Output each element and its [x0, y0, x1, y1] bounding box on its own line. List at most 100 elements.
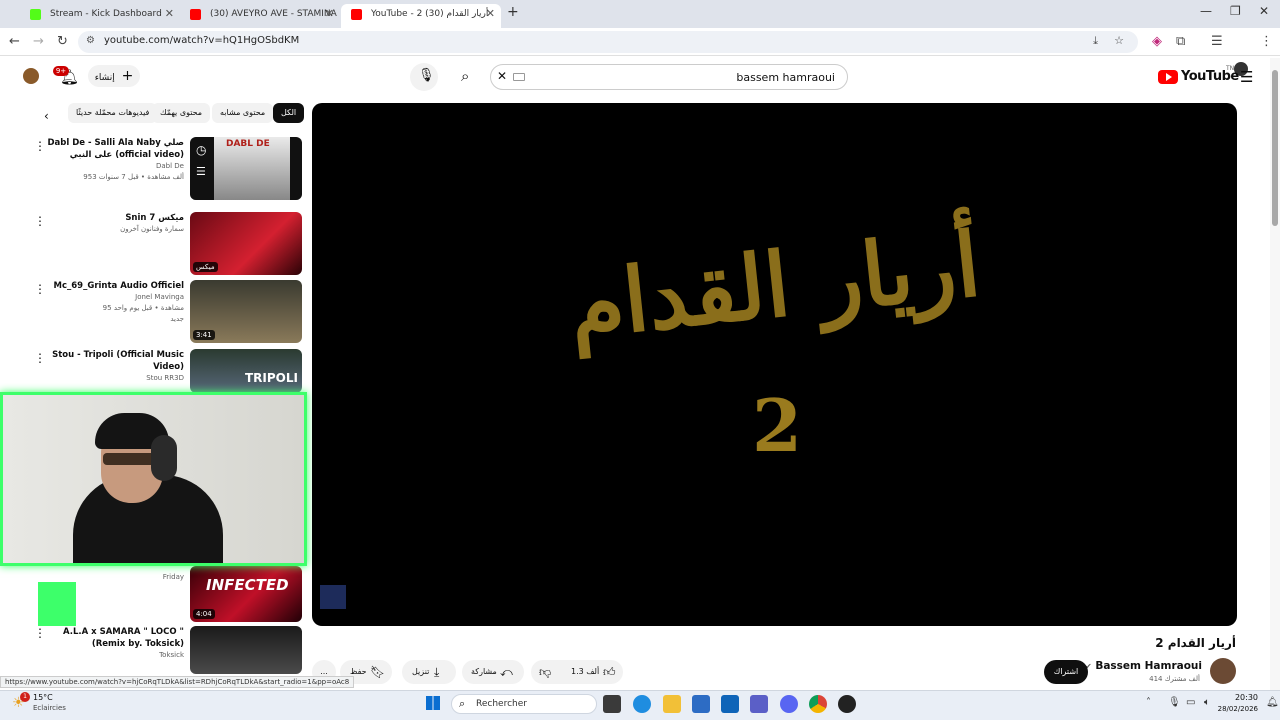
keyboard-icon[interactable] — [513, 73, 525, 81]
notifications-icon[interactable]: 🔔︎ — [1266, 697, 1279, 708]
extensions-puzzle-icon[interactable]: ⧉ — [1176, 34, 1185, 49]
restore-icon[interactable]: ❐ — [1230, 4, 1241, 18]
bookmark-star-icon[interactable]: ☆ — [1114, 34, 1124, 47]
forward-icon[interactable]: → — [33, 34, 44, 49]
site-info-icon[interactable]: ⚙ — [86, 35, 95, 46]
thumb-text: DABL DE — [226, 139, 270, 149]
video-thumbnail[interactable]: ◷ ☰ DABL DE — [190, 137, 302, 200]
media-controls-icon[interactable]: ☰ — [1211, 34, 1223, 49]
list-item[interactable]: ⋮ Snin 7 ميكس سمارة وفنانون آخرون ميكس — [30, 212, 302, 276]
youtube-favicon-icon — [351, 9, 362, 20]
channel-avatar[interactable] — [1210, 658, 1236, 684]
browser-toolbar: ← → ↻ ⚙ youtube.com/watch?v=hQ1HgOSbdKM … — [0, 28, 1280, 76]
chip-for-you[interactable]: محتوى يهمّك — [152, 103, 211, 123]
obs-icon[interactable] — [838, 695, 856, 713]
tab-kick[interactable]: Stream - Kick Dashboard ✕ — [20, 4, 180, 28]
channel-name: Stou RR3D — [146, 374, 184, 382]
list-item[interactable]: ⋮ A.L.A x SAMARA " LOCO " (Remix by. Tok… — [30, 626, 302, 674]
create-label: إنشاء — [94, 73, 115, 83]
video-thumbnail[interactable]: 3:41 — [190, 280, 302, 343]
share-icon: ⤺ — [500, 665, 513, 679]
taskbar-search-placeholder: Rechercher — [476, 699, 527, 709]
search-button[interactable]: ⌕ — [453, 64, 485, 90]
edge-icon[interactable] — [633, 695, 651, 713]
list-item[interactable]: ⋮ Dabl De - Salli Ala Naby صلي على النبي… — [30, 137, 302, 201]
download-button[interactable]: ⤓ تنزيل — [402, 660, 456, 684]
install-app-icon[interactable]: ⤓ — [1093, 34, 1098, 48]
minimize-icon[interactable]: — — [1200, 4, 1212, 18]
chip-related[interactable]: محتوى مشابه — [212, 103, 274, 123]
kick-favicon-icon — [30, 9, 41, 20]
youtube-play-icon — [1158, 70, 1178, 84]
chrome-icon[interactable] — [809, 695, 827, 713]
channel-name: Toksick — [159, 651, 184, 659]
video-player[interactable]: أريار القدام 2 — [312, 103, 1237, 626]
dislike-icon[interactable]: 👎︎ — [539, 660, 551, 684]
video-thumbnail[interactable]: INFECTED 4:04 — [190, 566, 302, 622]
back-icon[interactable]: ← — [9, 34, 20, 49]
guide-menu-icon[interactable]: ☰ — [1240, 68, 1253, 86]
video-art-number: 2 — [752, 383, 803, 468]
task-view-icon[interactable] — [603, 695, 621, 713]
close-tab-icon[interactable]: ✕ — [486, 4, 495, 24]
like-icon[interactable]: 👍︎ — [603, 660, 616, 684]
teams-icon[interactable] — [750, 695, 768, 713]
add-to-queue-icon[interactable]: ☰ — [196, 165, 206, 178]
microphone-tray-icon[interactable]: 🎙︎ — [1168, 697, 1181, 708]
youtube-logo[interactable]: YouTube TN — [1158, 65, 1239, 87]
close-tab-icon[interactable]: ✕ — [165, 4, 174, 24]
chip-all[interactable]: الكل — [273, 103, 305, 123]
plus-icon: + — [121, 68, 134, 84]
tab-label: Stream - Kick Dashboard — [50, 9, 162, 19]
tab-aveyro[interactable]: (30) AVEYRO AVE - STAMINA [C ✕ — [180, 4, 340, 28]
microphone-icon: 🎙︎ — [418, 68, 435, 83]
share-label: مشاركة — [471, 667, 497, 676]
store-icon[interactable] — [692, 695, 710, 713]
search-query-text: bassem hamraoui — [736, 71, 835, 84]
clear-search-icon[interactable]: ✕ — [497, 69, 507, 83]
clock-date[interactable]: 28/02/2026 — [1218, 705, 1258, 713]
file-explorer-icon[interactable] — [663, 695, 681, 713]
share-button[interactable]: ⤺ مشاركة — [462, 660, 524, 684]
chip-recently-uploaded[interactable]: فيديوهات محمّلة حديثًا — [68, 103, 158, 123]
tab-strip: Stream - Kick Dashboard ✕ (30) AVEYRO AV… — [0, 0, 1280, 28]
chips-scroll-left-icon[interactable]: ‹ — [44, 109, 49, 123]
create-button[interactable]: إنشاء + — [88, 65, 140, 87]
bookmark-icon: 🔖︎ — [370, 665, 386, 679]
channel-watermark[interactable] — [320, 585, 346, 609]
voice-search-button[interactable]: 🎙︎ — [410, 63, 438, 91]
page-scrollbar-thumb[interactable] — [1272, 70, 1278, 226]
channel-name-link[interactable]: ✔ Bassem Hamraoui — [1085, 660, 1202, 672]
list-item[interactable]: ⋮ Stou - Tripoli (Official Music Video) … — [30, 349, 302, 393]
close-tab-icon[interactable]: ✕ — [325, 4, 334, 24]
video-thumbnail[interactable] — [190, 626, 302, 674]
video-thumbnail[interactable]: ميكس — [190, 212, 302, 275]
youtube-favicon-icon — [190, 9, 201, 20]
browser-menu-icon[interactable]: ⋮ — [1260, 34, 1273, 49]
subscribe-button[interactable]: اشتراك — [1044, 660, 1088, 684]
close-window-icon[interactable]: ✕ — [1259, 4, 1269, 18]
list-item[interactable]: ⋮ Mc_69_Grinta Audio Officiel Jonel Mavi… — [30, 280, 302, 344]
account-avatar[interactable] — [23, 68, 39, 84]
watch-later-icon[interactable]: ◷ — [196, 143, 206, 157]
address-bar[interactable]: ⚙ youtube.com/watch?v=hQ1HgOSbdKM ⤓ ☆ — [78, 31, 1138, 53]
tab-label: (30) AVEYRO AVE - STAMINA [C — [210, 9, 340, 19]
tray-overflow-icon[interactable]: ˄ — [1146, 697, 1151, 708]
tab-youtube-active[interactable]: YouTube - 2 أريار القدام (30) ✕ — [341, 4, 501, 28]
network-icon[interactable]: ▭ — [1186, 697, 1195, 708]
extension-shield-icon[interactable]: ◈ — [1152, 34, 1162, 49]
channel-name: سمارة وفنانون آخرون — [120, 225, 184, 233]
outlook-icon[interactable] — [721, 695, 739, 713]
video-meta: 953 ألف مشاهدة • قبل 7 سنوات — [83, 173, 184, 181]
taskbar-search[interactable]: ⌕ Rechercher — [451, 694, 597, 714]
clock-time[interactable]: 20:30 — [1235, 693, 1258, 702]
windows-start-icon[interactable] — [426, 696, 440, 710]
volume-icon[interactable]: 🔈︎ — [1204, 697, 1210, 708]
region-code: TN — [1226, 65, 1235, 72]
new-tab-button[interactable]: + — [507, 4, 519, 20]
discord-icon[interactable] — [780, 695, 798, 713]
video-thumbnail[interactable]: TRIPOLI — [190, 349, 302, 393]
reload-icon[interactable]: ↻ — [57, 34, 68, 49]
video-title: Stou - Tripoli (Official Music Video) — [52, 350, 184, 372]
search-input[interactable]: ✕ bassem hamraoui — [490, 64, 848, 90]
